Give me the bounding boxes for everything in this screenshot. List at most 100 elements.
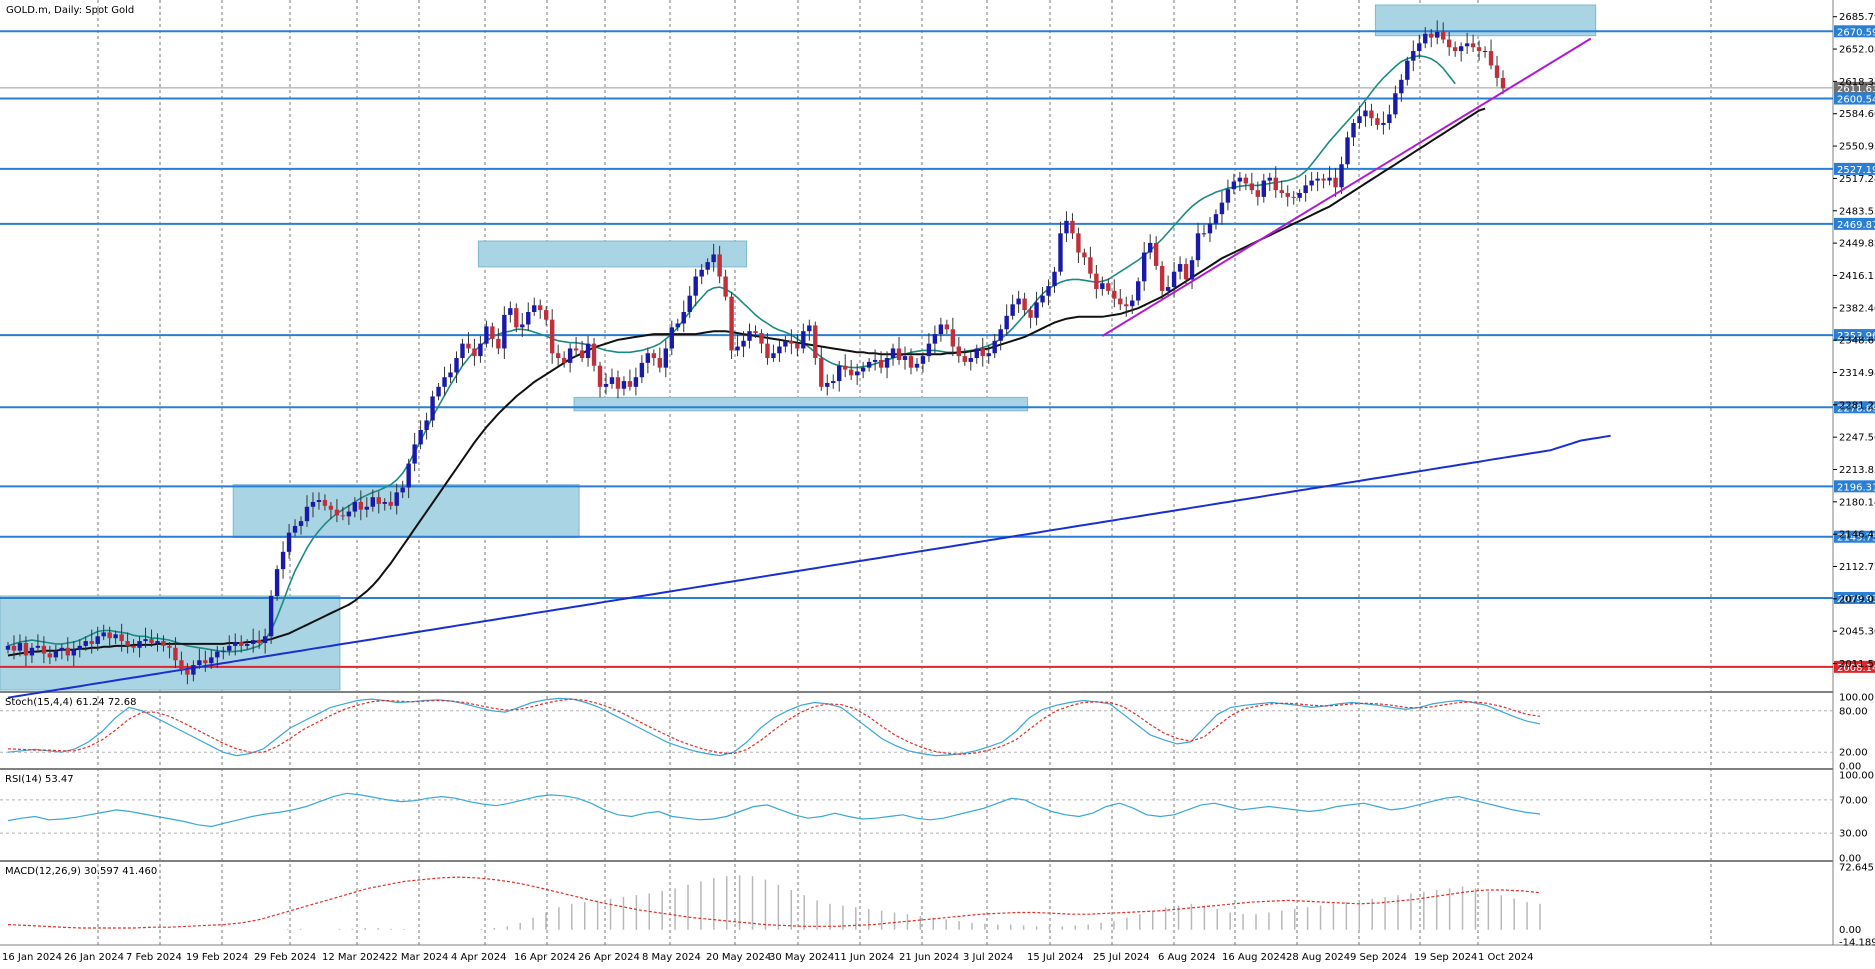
bear-candle (1255, 190, 1261, 197)
bull-candle (418, 430, 423, 445)
bull-candle (1195, 233, 1201, 261)
bear-candle (1088, 257, 1093, 274)
bull-candle (567, 348, 573, 363)
bear-candle (765, 343, 770, 359)
chart-window[interactable]: 2670.59 2611.63 2600.54 2527.19 2469.87 2353.… (0, 0, 1875, 965)
bull-candle (1064, 220, 1069, 234)
bull-candle (902, 356, 908, 360)
bull-candle (968, 358, 973, 362)
bull-candle (95, 636, 100, 644)
bull-candle (669, 327, 674, 349)
bull-candle (406, 463, 411, 488)
bull-candle (1207, 223, 1213, 234)
bear-candle (789, 340, 794, 344)
bull-candle (699, 269, 704, 277)
bull-candle (1261, 180, 1266, 197)
bull-candle (1297, 193, 1302, 198)
stoch-axis-label: 80.00 (1839, 706, 1868, 717)
stoch-axis-label: 100.00 (1839, 693, 1874, 704)
price-axis-label: 2685.79 (1839, 12, 1875, 23)
price-axis-label: 2382.40 (1839, 303, 1875, 314)
bull-candle (807, 325, 812, 332)
bull-candle (400, 487, 405, 493)
bull-candle (1010, 304, 1015, 316)
bear-candle (1369, 110, 1374, 119)
price-axis-label: 2618.37 (1839, 77, 1875, 88)
bull-candle (502, 314, 507, 349)
bear-candle (1249, 183, 1255, 191)
bear-candle (956, 346, 962, 357)
bull-candle (1387, 114, 1392, 124)
bull-candle (705, 262, 710, 270)
bull-candle (783, 340, 788, 347)
bull-candle (137, 641, 142, 648)
time-axis-label: 29 Feb 2024 (254, 952, 316, 963)
bear-candle (1441, 31, 1446, 40)
bull-candle (245, 643, 250, 646)
bull-candle (448, 372, 453, 378)
bull-candle (1177, 264, 1183, 272)
bear-candle (1470, 43, 1476, 48)
bear-candle (161, 641, 166, 646)
bull-candle (1040, 295, 1045, 303)
bull-candle (53, 650, 59, 658)
bull-candle (412, 444, 417, 464)
bull-candle (777, 346, 782, 354)
bull-candle (430, 396, 435, 421)
price-level-tag-label: 2670.59 (1837, 27, 1875, 38)
bear-candle (819, 358, 824, 387)
bull-candle (316, 500, 322, 502)
bull-candle (801, 331, 806, 349)
bear-candle (119, 634, 124, 642)
bull-candle (155, 641, 160, 643)
bull-candle (675, 323, 680, 328)
bear-candle (1070, 220, 1075, 234)
bear-candle (490, 326, 495, 339)
time-axis-label: 19 Feb 2024 (186, 952, 248, 963)
bear-candle (980, 348, 985, 357)
bull-candle (1171, 271, 1177, 288)
bull-candle (1458, 46, 1464, 52)
bear-candle (1243, 177, 1249, 184)
bull-candle (639, 362, 645, 378)
bull-candle (825, 382, 830, 387)
price-axis-label: 2517.24 (1839, 174, 1875, 185)
bull-candle (1130, 300, 1135, 307)
price-chart-svg[interactable]: 2670.592611.632600.542527.192469.872353.… (0, 0, 1875, 965)
time-axis-label: 16 Apr 2024 (514, 952, 576, 963)
price-axis-label: 2314.98 (1839, 368, 1875, 379)
bear-candle (328, 505, 334, 510)
bull-candle (143, 639, 148, 642)
bull-candle (1309, 180, 1314, 186)
bear-candle (1159, 265, 1165, 291)
bull-candle (215, 651, 220, 658)
price-axis-label: 2550.95 (1839, 142, 1875, 153)
bull-candle (197, 660, 202, 666)
time-axis-label: 16 Aug 2024 (1222, 952, 1286, 963)
time-axis-label: 6 Aug 2024 (1158, 952, 1216, 963)
bear-candle (759, 333, 764, 344)
bear-candle (561, 358, 567, 363)
bear-candle (657, 358, 663, 368)
bull-candle (5, 645, 11, 650)
price-level-tag-label: 2600.54 (1837, 95, 1875, 106)
bull-candle (346, 511, 352, 517)
bear-candle (1124, 304, 1129, 307)
bull-candle (221, 650, 226, 652)
bull-candle (681, 312, 686, 324)
bull-candle (1315, 178, 1320, 181)
rsi-label: RSI(14) 53.47 (5, 774, 74, 785)
bear-candle (1183, 264, 1189, 280)
time-axis-label: 15 Jul 2024 (1027, 952, 1084, 963)
bear-candle (131, 645, 136, 648)
bull-candle (310, 501, 316, 507)
bull-candle (1189, 260, 1195, 280)
price-axis-label: 2483.53 (1839, 206, 1875, 217)
bull-candle (394, 492, 399, 506)
bear-candle (1500, 77, 1506, 89)
bear-candle (1094, 273, 1099, 289)
bull-candle (191, 665, 196, 675)
bull-candle (250, 640, 256, 644)
time-axis-label: 26 Apr 2024 (578, 952, 640, 963)
bull-candle (621, 381, 627, 389)
